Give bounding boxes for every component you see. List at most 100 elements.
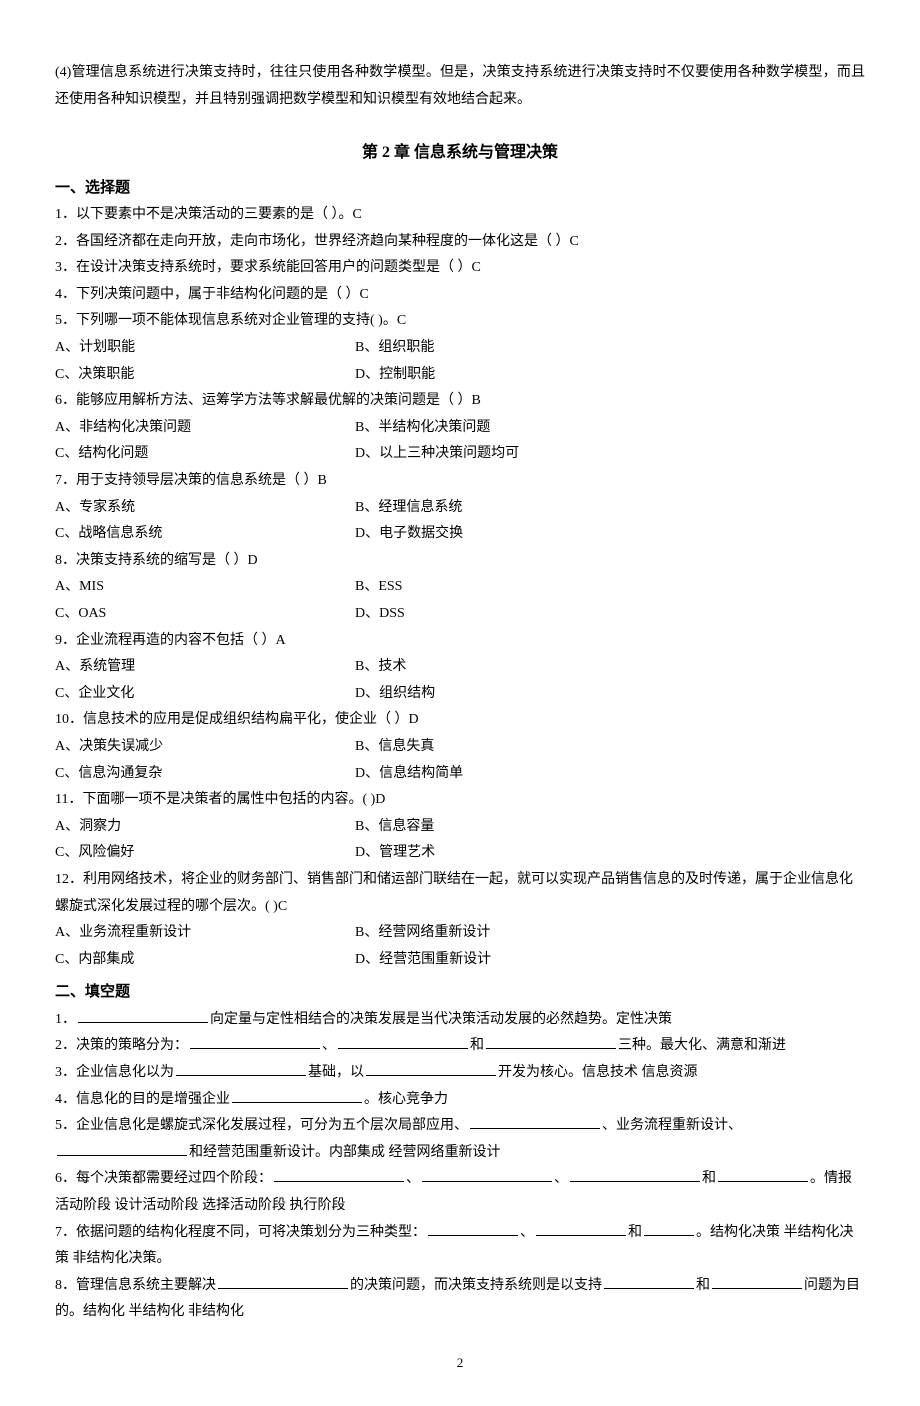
question-2: 2．各国经济都在走向开放，走向市场化，世界经济趋向某种程度的一体化这是（ ）C: [55, 229, 865, 256]
question-3: 3．在设计决策支持系统时，要求系统能回答用户的问题类型是（ ）C: [55, 255, 865, 282]
fill-1: 1． 向定量与定性相结合的决策发展是当代决策活动发展的必然趋势。定性决策: [55, 1007, 865, 1034]
option-a: A、业务流程重新设计: [55, 920, 355, 947]
question-10: 10．信息技术的应用是促成组织结构扁平化，使企业（ ）D: [55, 707, 865, 734]
text: 向定量与定性相结合的决策发展是当代决策活动发展的必然趋势。定性决策: [210, 1012, 672, 1027]
question-5-options-row1: A、计划职能 B、组织职能: [55, 335, 865, 362]
fill-6: 6．每个决策都需要经过四个阶段：、、和。情报活动阶段 设计活动阶段 选择活动阶段…: [55, 1166, 865, 1219]
text: 和: [628, 1225, 642, 1240]
question-4: 4．下列决策问题中，属于非结构化问题的是（ ）C: [55, 282, 865, 309]
question-8: 8．决策支持系统的缩写是（ ）D: [55, 548, 865, 575]
question-9: 9．企业流程再造的内容不包括（ ）A: [55, 628, 865, 655]
option-c: C、信息沟通复杂: [55, 761, 355, 788]
question-1: 1．以下要素中不是决策活动的三要素的是（ ）。C: [55, 202, 865, 229]
fill-4: 4．信息化的目的是增强企业 。核心竞争力: [55, 1087, 865, 1114]
question-7: 7．用于支持领导层决策的信息系统是（ ）B: [55, 468, 865, 495]
option-b: B、ESS: [355, 574, 865, 601]
option-a: A、决策失误减少: [55, 734, 355, 761]
text: 7．依据问题的结构化程度不同，可将决策划分为三种类型：: [55, 1225, 426, 1240]
option-a: A、系统管理: [55, 654, 355, 681]
option-c: C、内部集成: [55, 947, 355, 974]
text: 、业务流程重新设计、: [602, 1118, 742, 1133]
option-c: C、企业文化: [55, 681, 355, 708]
text: 1．: [55, 1012, 76, 1027]
text: 基础，以: [308, 1065, 364, 1080]
blank: [190, 1034, 320, 1049]
option-b: B、信息容量: [355, 814, 865, 841]
question-7-options-row2: C、战略信息系统 D、电子数据交换: [55, 521, 865, 548]
question-5-options-row2: C、决策职能 D、控制职能: [55, 362, 865, 389]
option-d: D、电子数据交换: [355, 521, 865, 548]
text: 。核心竞争力: [364, 1092, 448, 1107]
option-a: A、计划职能: [55, 335, 355, 362]
text: 6．每个决策都需要经过四个阶段：: [55, 1171, 272, 1186]
question-10-options-row1: A、决策失误减少 B、信息失真: [55, 734, 865, 761]
blank: [176, 1061, 306, 1076]
question-11: 11．下面哪一项不是决策者的属性中包括的内容。( )D: [55, 787, 865, 814]
text: 和: [696, 1278, 710, 1293]
question-7-options-row1: A、专家系统 B、经理信息系统: [55, 495, 865, 522]
blank: [218, 1274, 348, 1289]
option-b: B、信息失真: [355, 734, 865, 761]
option-c: C、结构化问题: [55, 441, 355, 468]
question-12: 12．利用网络技术，将企业的财务部门、销售部门和储运部门联结在一起，就可以实现产…: [55, 867, 865, 920]
blank: [232, 1088, 362, 1103]
text: 2．决策的策略分为：: [55, 1038, 188, 1053]
fill-8: 8．管理信息系统主要解决的决策问题，而决策支持系统则是以支持和问题为目的。结构化…: [55, 1273, 865, 1326]
question-12-options-row1: A、业务流程重新设计 B、经营网络重新设计: [55, 920, 865, 947]
option-a: A、MIS: [55, 574, 355, 601]
question-8-options-row1: A、MIS B、ESS: [55, 574, 865, 601]
text: 、: [554, 1171, 568, 1186]
blank: [274, 1167, 404, 1182]
option-a: A、专家系统: [55, 495, 355, 522]
option-d: D、组织结构: [355, 681, 865, 708]
question-9-options-row2: C、企业文化 D、组织结构: [55, 681, 865, 708]
question-6: 6．能够应用解析方法、运筹学方法等求解最优解的决策问题是（ ）B: [55, 388, 865, 415]
option-c: C、决策职能: [55, 362, 355, 389]
option-d: D、控制职能: [355, 362, 865, 389]
question-11-options-row2: C、风险偏好 D、管理艺术: [55, 840, 865, 867]
blank: [57, 1141, 187, 1156]
text: 和: [470, 1038, 484, 1053]
intro-paragraph: (4)管理信息系统进行决策支持时，往往只使用各种数学模型。但是，决策支持系统进行…: [55, 60, 865, 113]
fill-2: 2．决策的策略分为： 、 和 三种。最大化、满意和渐进: [55, 1033, 865, 1060]
text: 三种。最大化、满意和渐进: [618, 1038, 786, 1053]
section-fill-blank: 二、填空题: [55, 978, 865, 1007]
question-12-options-row2: C、内部集成 D、经营范围重新设计: [55, 947, 865, 974]
option-c: C、风险偏好: [55, 840, 355, 867]
blank: [486, 1034, 616, 1049]
fill-7: 7．依据问题的结构化程度不同，可将决策划分为三种类型：、和。结构化决策 半结构化…: [55, 1220, 865, 1273]
blank: [366, 1061, 496, 1076]
fill-3: 3．企业信息化以为基础，以开发为核心。信息技术 信息资源: [55, 1060, 865, 1087]
blank: [644, 1221, 694, 1236]
text: 8．管理信息系统主要解决: [55, 1278, 216, 1293]
text: 5．企业信息化是螺旋式深化发展过程，可分为五个层次局部应用、: [55, 1118, 468, 1133]
question-10-options-row2: C、信息沟通复杂 D、信息结构简单: [55, 761, 865, 788]
option-c: C、OAS: [55, 601, 355, 628]
blank: [428, 1221, 518, 1236]
option-d: D、DSS: [355, 601, 865, 628]
chapter-title: 第 2 章 信息系统与管理决策: [55, 138, 865, 168]
blank: [536, 1221, 626, 1236]
blank: [570, 1167, 700, 1182]
option-c: C、战略信息系统: [55, 521, 355, 548]
option-d: D、以上三种决策问题均可: [355, 441, 865, 468]
text: 3．企业信息化以为: [55, 1065, 174, 1080]
option-a: A、洞察力: [55, 814, 355, 841]
question-6-options-row2: C、结构化问题 D、以上三种决策问题均可: [55, 441, 865, 468]
text: 和经营范围重新设计。内部集成 经营网络重新设计: [189, 1145, 501, 1160]
text: 的决策问题，而决策支持系统则是以支持: [350, 1278, 602, 1293]
text: 、: [406, 1171, 420, 1186]
option-a: A、非结构化决策问题: [55, 415, 355, 442]
question-11-options-row1: A、洞察力 B、信息容量: [55, 814, 865, 841]
text: 4．信息化的目的是增强企业: [55, 1092, 230, 1107]
option-b: B、半结构化决策问题: [355, 415, 865, 442]
blank: [718, 1167, 808, 1182]
option-b: B、技术: [355, 654, 865, 681]
option-b: B、经营网络重新设计: [355, 920, 865, 947]
option-d: D、经营范围重新设计: [355, 947, 865, 974]
section-multiple-choice: 一、选择题: [55, 174, 865, 203]
text: 、: [322, 1038, 336, 1053]
question-8-options-row2: C、OAS D、DSS: [55, 601, 865, 628]
blank: [338, 1034, 468, 1049]
page-number: 2: [55, 1351, 865, 1376]
